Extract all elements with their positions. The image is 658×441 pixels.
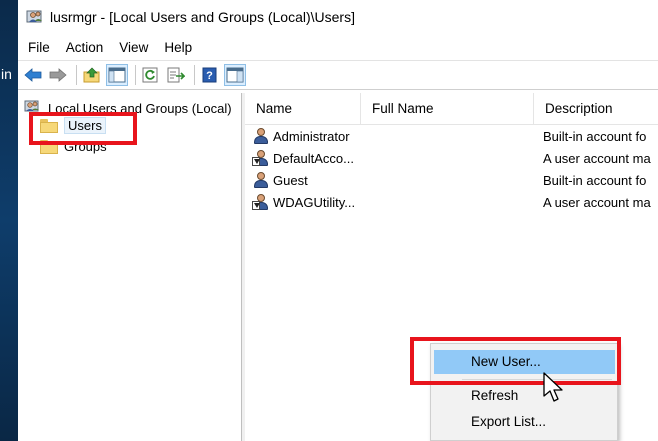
user-name: Administrator xyxy=(273,128,350,144)
mouse-pointer-icon xyxy=(542,372,566,404)
disabled-user-icon xyxy=(252,149,270,167)
lusrmgr-app-icon xyxy=(26,8,44,26)
menu-file[interactable]: File xyxy=(18,40,58,55)
menu-bar: File Action View Help xyxy=(18,36,658,58)
show-hide-tree-icon[interactable] xyxy=(106,64,128,86)
console-tree-pane: Local Users and Groups (Local) Users Gro… xyxy=(18,93,242,441)
window-title: lusrmgr - [Local Users and Groups (Local… xyxy=(50,9,355,25)
menu-item-export-list[interactable]: Export List... xyxy=(434,410,615,434)
refresh-icon[interactable] xyxy=(140,64,162,86)
list-header: Name Full Name Description xyxy=(245,93,658,125)
column-header-description[interactable]: Description xyxy=(534,93,658,125)
up-folder-icon[interactable] xyxy=(81,64,103,86)
toolbar: ? xyxy=(18,60,658,90)
user-name: WDAGUtility... xyxy=(273,194,356,210)
title-bar: lusrmgr - [Local Users and Groups (Local… xyxy=(18,0,658,34)
disabled-user-icon xyxy=(252,193,270,211)
user-description: A user account ma xyxy=(543,194,651,210)
desktop-text-fragment: in xyxy=(1,66,12,82)
user-description: A user account ma xyxy=(543,150,651,166)
user-icon xyxy=(252,127,270,145)
user-icon xyxy=(252,171,270,189)
back-icon[interactable] xyxy=(22,64,44,86)
menu-action[interactable]: Action xyxy=(58,40,112,55)
menu-help[interactable]: Help xyxy=(156,40,200,55)
toolbar-separator xyxy=(194,65,195,85)
user-description: Built-in account fo xyxy=(543,128,647,144)
menu-item-refresh[interactable]: Refresh xyxy=(434,384,615,408)
column-header-name[interactable]: Name xyxy=(245,93,361,125)
toolbar-separator xyxy=(135,65,136,85)
user-name: DefaultAcco... xyxy=(273,150,354,166)
table-row[interactable]: DefaultAcco... A user account ma xyxy=(245,147,658,169)
table-row[interactable]: WDAGUtility... A user account ma xyxy=(245,191,658,213)
export-list-icon[interactable] xyxy=(165,64,187,86)
user-name: Guest xyxy=(273,172,308,188)
annotation-highlight-users xyxy=(29,112,137,145)
svg-text:?: ? xyxy=(206,70,213,82)
menu-view[interactable]: View xyxy=(111,40,156,55)
column-header-full-name[interactable]: Full Name xyxy=(361,93,534,125)
table-row[interactable]: Administrator Built-in account fo xyxy=(245,125,658,147)
user-description: Built-in account fo xyxy=(543,172,647,188)
desktop-background: in xyxy=(0,0,18,441)
forward-icon[interactable] xyxy=(47,64,69,86)
help-icon[interactable]: ? xyxy=(199,64,221,86)
table-row[interactable]: Guest Built-in account fo xyxy=(245,169,658,191)
action-pane-icon[interactable] xyxy=(224,64,246,86)
toolbar-separator xyxy=(76,65,77,85)
annotation-highlight-new-user xyxy=(410,337,621,385)
